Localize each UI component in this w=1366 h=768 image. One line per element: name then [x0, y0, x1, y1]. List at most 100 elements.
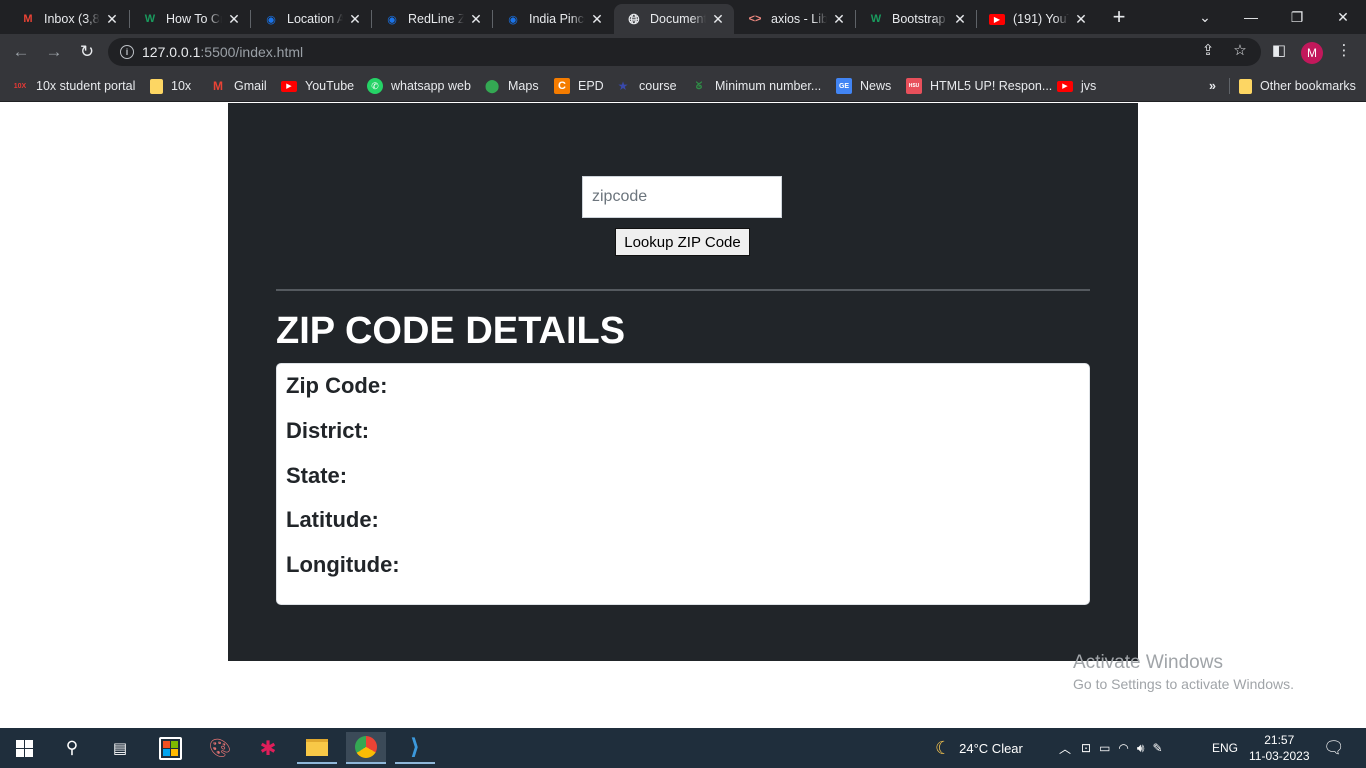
store-button[interactable] — [150, 732, 190, 764]
bookmark-epd[interactable]: C EPD — [554, 76, 604, 96]
notifications-button[interactable]: 🗨︎ — [1323, 728, 1345, 768]
tab-redline[interactable]: ◉ RedLine Zi ✕ — [372, 4, 492, 34]
notification-icon: 🗨︎ — [1323, 738, 1345, 757]
tab-document[interactable]: 🌐︎ Document ✕ — [614, 4, 734, 34]
back-button[interactable]: ← — [9, 40, 33, 64]
pen-icon[interactable]: ✎ — [1152, 741, 1162, 755]
taskbar: ⚲ ▤ 🎨︎ ✱ ⟩ ☾ 24°C Clear ︿ ⊡ ▭ ◠ 🔊︎ ✎ ENG… — [0, 728, 1366, 768]
side-panel-icon[interactable]: ◧ — [1269, 40, 1289, 60]
tab-bootstrap[interactable]: W Bootstrap ✕ — [856, 4, 976, 34]
paint-button[interactable]: 🎨︎ — [200, 732, 240, 764]
close-icon[interactable]: ✕ — [831, 11, 847, 27]
bookmark-whatsapp[interactable]: ✆ whatsapp web — [367, 76, 471, 96]
clock[interactable]: 21:57 11-03-2023 — [1249, 728, 1310, 768]
lookup-zip-button[interactable]: Lookup ZIP Code — [615, 228, 750, 256]
meet-icon[interactable]: ⊡ — [1081, 741, 1091, 755]
restore-button[interactable]: ❐ — [1274, 0, 1320, 34]
reload-button[interactable]: ↻ — [75, 40, 99, 64]
wifi-icon[interactable]: ◠ — [1118, 741, 1128, 755]
longitude-label: Longitude: — [286, 552, 400, 577]
minimize-button[interactable]: — — [1228, 0, 1274, 34]
search-button[interactable]: ⚲ — [52, 732, 92, 764]
close-icon[interactable]: ✕ — [226, 11, 242, 27]
search-icon: ⚲ — [65, 738, 79, 757]
browser-toolbar: ← → ↻ i 127.0.0.1:5500/index.html ⇪ ☆ ◧ … — [0, 34, 1366, 70]
system-tray: ︿ ⊡ ▭ ◠ 🔊︎ ✎ — [1059, 728, 1163, 768]
paint-icon: 🎨︎ — [208, 737, 232, 758]
battery-icon[interactable]: ▭ — [1099, 741, 1110, 755]
address-bar[interactable]: i 127.0.0.1:5500/index.html — [108, 38, 1261, 66]
new-tab-button[interactable]: + — [1107, 4, 1131, 29]
close-icon[interactable]: ✕ — [710, 11, 726, 27]
language-indicator[interactable]: ENG — [1212, 728, 1238, 768]
vscode-button[interactable]: ⟩ — [395, 732, 435, 764]
youtube-icon: ▶ — [989, 13, 1005, 25]
html5up-icon: HSU — [906, 78, 922, 94]
bookmark-course[interactable]: ★ course — [615, 76, 677, 96]
volume-icon[interactable]: 🔊︎ — [1137, 741, 1145, 756]
task-view-icon: ▤ — [112, 740, 128, 757]
bookmark-minimum-number[interactable]: ᘜ Minimum number... — [691, 76, 822, 96]
w-icon: W — [144, 13, 156, 25]
bookmark-news[interactable]: GE News — [836, 76, 891, 96]
globe-icon: 🌐︎ — [628, 10, 640, 27]
maps-icon: ⬤ — [484, 78, 500, 93]
bookmark-10x-student-portal[interactable]: 10X 10x student portal — [12, 76, 136, 96]
page-title: ZIP CODE DETAILS — [276, 310, 626, 352]
bookmark-youtube[interactable]: ▶ YouTube — [281, 76, 354, 96]
other-bookmarks[interactable]: Other bookmarks — [1239, 76, 1356, 96]
slack-button[interactable]: ✱ — [248, 732, 288, 764]
close-window-button[interactable]: ✕ — [1320, 0, 1366, 34]
tab-inbox[interactable]: M Inbox (3,88 ✕ — [8, 4, 128, 34]
details-card: Zip Code: District: State: Latitude: Lon… — [276, 363, 1090, 605]
folder-icon — [306, 738, 328, 756]
menu-icon[interactable]: ⋮ — [1334, 40, 1354, 60]
close-icon[interactable]: ✕ — [104, 11, 120, 27]
file-explorer-button[interactable] — [297, 732, 337, 764]
whatsapp-icon: ✆ — [367, 78, 383, 94]
redline-icon: ◉ — [266, 13, 276, 26]
arrow-right-icon: → — [45, 42, 63, 61]
bookmark-10x[interactable]: 10x — [150, 76, 191, 96]
bookmark-html5up[interactable]: HSU HTML5 UP! Respon... — [906, 76, 1052, 96]
windows-icon — [15, 739, 33, 757]
forward-button[interactable]: → — [42, 40, 66, 64]
tab-india-pinco[interactable]: ◉ India Pinco ✕ — [493, 4, 613, 34]
tab-youtube[interactable]: ▶ (191) YouT ✕ — [977, 4, 1097, 34]
bookmarks-bar: 10X 10x student portal 10x M Gmail ▶ You… — [0, 70, 1366, 102]
page-viewport: Lookup ZIP Code ZIP CODE DETAILS Zip Cod… — [0, 103, 1366, 728]
c-icon: C — [554, 78, 570, 94]
bookmark-gmail[interactable]: M Gmail — [210, 76, 267, 96]
reload-icon: ↻ — [79, 42, 95, 61]
youtube-icon: ▶ — [1057, 80, 1073, 92]
weather-widget[interactable]: ☾ 24°C Clear — [935, 728, 1023, 768]
restore-icon: ❐ — [1290, 8, 1304, 25]
bookmark-maps[interactable]: ⬤ Maps — [484, 76, 539, 96]
close-icon[interactable]: ✕ — [468, 11, 484, 27]
tab-axios[interactable]: <> axios - Libr ✕ — [735, 4, 855, 34]
chrome-button[interactable] — [346, 732, 386, 764]
slack-icon: ✱ — [259, 737, 277, 760]
bookmark-star-icon[interactable]: ☆ — [1230, 40, 1250, 60]
zipcode-input[interactable] — [582, 176, 782, 218]
start-button[interactable] — [4, 732, 44, 764]
more-bookmarks-button[interactable]: » — [1209, 76, 1216, 96]
close-icon[interactable]: ✕ — [589, 11, 605, 27]
10x-icon: 10X — [13, 82, 27, 90]
url-path: :5500/index.html — [200, 44, 304, 60]
close-icon[interactable]: ✕ — [1073, 11, 1089, 27]
gmail-icon: M — [213, 79, 223, 93]
tab-location[interactable]: ◉ Location A ✕ — [251, 4, 371, 34]
share-icon[interactable]: ⇪ — [1198, 40, 1218, 60]
close-icon[interactable]: ✕ — [347, 11, 363, 27]
avatar[interactable]: M — [1301, 42, 1323, 64]
info-icon[interactable]: i — [120, 45, 134, 59]
folder-icon — [150, 78, 163, 94]
youtube-icon: ▶ — [281, 80, 297, 92]
close-icon[interactable]: ✕ — [952, 11, 968, 27]
bookmark-jvs[interactable]: ▶ jvs — [1057, 76, 1096, 96]
chevron-up-icon[interactable]: ︿ — [1059, 740, 1071, 757]
tab-search-button[interactable]: ⌄ — [1182, 0, 1228, 34]
task-view-button[interactable]: ▤ — [100, 732, 140, 764]
tab-how-to[interactable]: W How To Cr ✕ — [130, 4, 250, 34]
